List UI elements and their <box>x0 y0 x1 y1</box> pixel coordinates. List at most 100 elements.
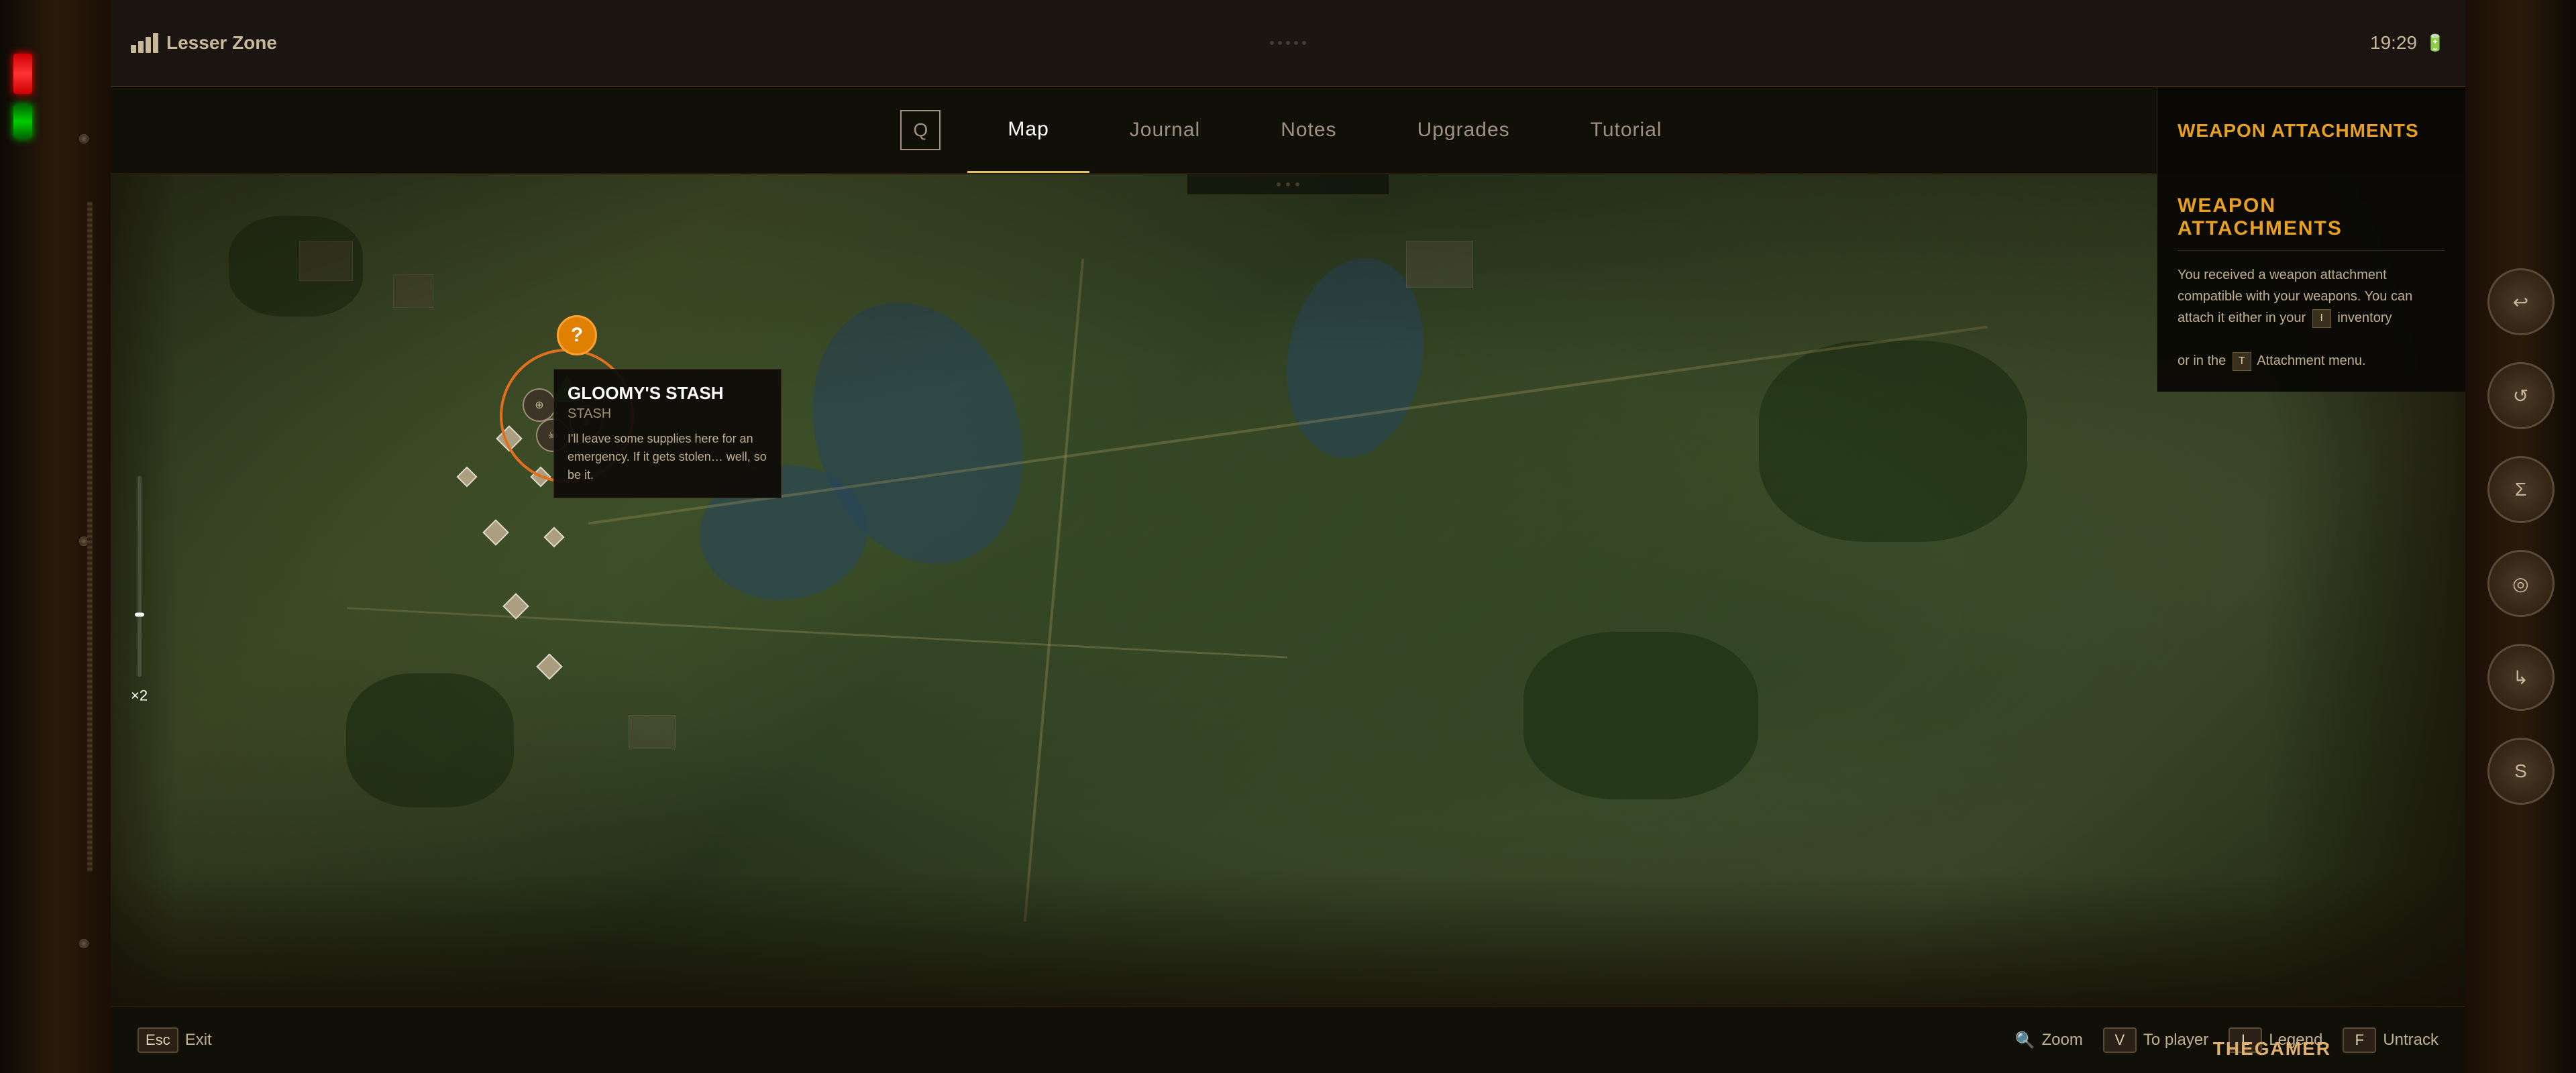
tab-upgrades-label: Upgrades <box>1417 119 1510 142</box>
weapon-panel-connector: or in the <box>2178 353 2226 368</box>
dot <box>1277 182 1281 186</box>
zoom-icon: 🔍 <box>2015 1031 2035 1050</box>
right-btn-6[interactable]: S <box>2487 738 2555 805</box>
quest-icon: ? <box>557 315 597 355</box>
diamond-7 <box>536 653 563 680</box>
bottom-bar: Esc Exit 🔍 Zoom V To player L Legend F U… <box>111 1006 2465 1073</box>
thegamer-logo: THEGAMER <box>2213 1038 2331 1060</box>
tooltip-text: I'll leave some supplies here for an eme… <box>568 430 767 484</box>
signal-bar-4 <box>153 33 158 53</box>
tab-notes-label: Notes <box>1281 119 1336 142</box>
map-marker-2[interactable] <box>460 469 474 484</box>
exit-label: Exit <box>185 1031 212 1050</box>
map-marker-6[interactable] <box>506 597 525 616</box>
to-player-label: To player <box>2143 1031 2208 1050</box>
left-strip <box>87 201 93 872</box>
q-label: Q <box>914 119 928 141</box>
weapon-attachments-title: WEAPON ATTACHMENTS <box>2178 120 2419 142</box>
right-btn-4[interactable]: ◎ <box>2487 550 2555 617</box>
bottom-exit[interactable]: Esc Exit <box>138 1027 212 1053</box>
attachment-key-badge: T <box>2233 352 2251 371</box>
tab-upgrades[interactable]: Upgrades <box>1377 87 1550 173</box>
to-player-key: V <box>2103 1027 2137 1053</box>
zoom-label: Zoom <box>2041 1031 2082 1050</box>
diamond-2 <box>456 466 477 487</box>
map-marker-7[interactable] <box>540 657 559 676</box>
right-border: ↩ ↺ Σ ◎ ↳ S <box>2465 0 2576 1073</box>
bottom-to-player[interactable]: V To player <box>2103 1027 2208 1053</box>
zoom-level: ×2 <box>131 687 148 705</box>
logo-prefix: THE <box>2213 1038 2255 1059</box>
content-area: ×2 ? <box>111 174 2465 1006</box>
indicator-green <box>13 105 32 138</box>
menu-bar: Q Map Journal Notes Upgrades Tutorial WE… <box>111 87 2465 174</box>
map-top-decoration <box>1187 174 1389 194</box>
untrack-label: Untrack <box>2383 1031 2438 1050</box>
zoom-indicator <box>135 613 144 617</box>
tooltip-subtitle: STASH <box>568 406 767 422</box>
right-btn-1[interactable]: ↩ <box>2487 268 2555 335</box>
zoom-bar <box>138 476 142 677</box>
time-display: 19:29 <box>2370 32 2417 54</box>
dot <box>1286 182 1290 186</box>
bottom-zoom[interactable]: 🔍 Zoom <box>2015 1031 2083 1050</box>
dot-3 <box>1286 41 1290 45</box>
left-indicators <box>13 54 32 138</box>
tab-map[interactable]: Map <box>967 87 1089 173</box>
tab-tutorial[interactable]: Tutorial <box>1550 87 1703 173</box>
map-zoom-control: ×2 <box>131 476 148 705</box>
diamond-4 <box>482 519 509 546</box>
right-buttons: ↩ ↺ Σ ◎ ↳ S <box>2465 0 2576 1073</box>
bottom-untrack[interactable]: F Untrack <box>2343 1027 2438 1053</box>
map-marker-5[interactable] <box>547 530 561 545</box>
untrack-key: F <box>2343 1027 2376 1053</box>
tab-notes[interactable]: Notes <box>1240 87 1377 173</box>
dot-1 <box>1270 41 1274 45</box>
tab-journal[interactable]: Journal <box>1089 87 1240 173</box>
dot <box>1295 182 1299 186</box>
tooltip-title: GLOOMY'S STASH <box>568 383 767 404</box>
diamond-5 <box>543 526 564 547</box>
zone-name: Lesser Zone <box>166 32 277 54</box>
diamond-6 <box>502 593 529 620</box>
topbar-dots <box>1270 41 1306 45</box>
weapon-panel-title: WEAPON ATTACHMENTS <box>2178 194 2445 251</box>
signal-bar-2 <box>138 41 144 53</box>
signal-bar-3 <box>146 37 151 53</box>
map-tooltip: GLOOMY'S STASH STASH I'll leave some sup… <box>553 369 782 498</box>
main-area: Lesser Zone 19:29 🔋 Q Map Journal <box>111 0 2465 1073</box>
indicator-red <box>13 54 32 94</box>
right-btn-5[interactable]: ↳ <box>2487 644 2555 711</box>
logo-suffix: GAMER <box>2255 1038 2331 1059</box>
weapon-panel-attachment-label: Attachment menu. <box>2257 353 2365 368</box>
screw-top <box>79 134 89 144</box>
top-status-bar: Lesser Zone 19:29 🔋 <box>111 0 2465 87</box>
bottom-left: Esc Exit <box>138 1027 212 1053</box>
dot-4 <box>1294 41 1298 45</box>
exit-key: Esc <box>138 1027 178 1053</box>
right-btn-2[interactable]: ↺ <box>2487 362 2555 429</box>
screw-bot <box>79 939 89 948</box>
weapon-panel: WEAPON ATTACHMENTS You received a weapon… <box>2157 174 2465 392</box>
signal-bar-1 <box>131 45 136 53</box>
weapon-panel-inventory-label: inventory <box>2337 310 2392 325</box>
quest-marker[interactable]: ? <box>557 315 597 355</box>
weapon-panel-text: You received a weapon attachment compati… <box>2178 264 2445 372</box>
weapon-attachments-header: WEAPON ATTACHMENTS <box>2157 87 2465 174</box>
left-border <box>0 0 111 1073</box>
battery-icon: 🔋 <box>2425 34 2445 53</box>
inventory-key-badge: I <box>2312 309 2331 328</box>
map-marker-4[interactable] <box>486 523 505 542</box>
dot-5 <box>1302 41 1306 45</box>
tab-tutorial-label: Tutorial <box>1591 119 1662 142</box>
time-area: 19:29 🔋 <box>2370 32 2445 54</box>
tab-map-label: Map <box>1008 118 1049 141</box>
tab-q[interactable]: Q <box>873 87 967 173</box>
tab-journal-label: Journal <box>1130 119 1200 142</box>
npc-marker-1: ⊕ <box>523 388 556 422</box>
right-btn-3[interactable]: Σ <box>2487 456 2555 523</box>
map-fog-bottom <box>111 872 2465 1006</box>
signal-bars <box>131 33 158 53</box>
dot-2 <box>1278 41 1282 45</box>
q-box: Q <box>900 110 941 150</box>
